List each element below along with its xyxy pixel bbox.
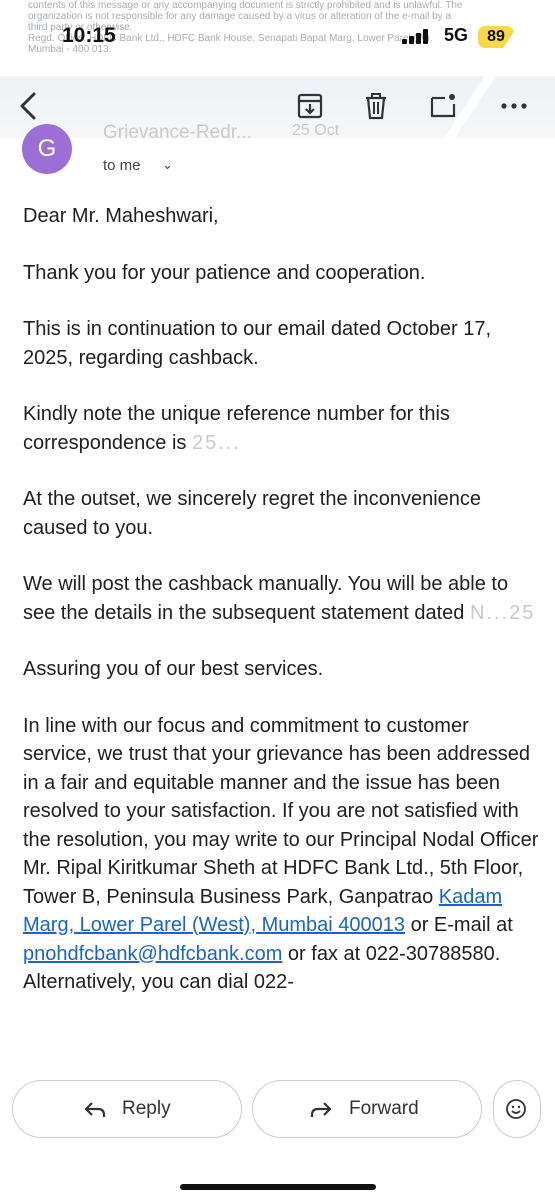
reply-button[interactable]: Reply: [12, 1080, 242, 1138]
recipient-label[interactable]: to me: [103, 157, 141, 174]
forward-label: Forward: [349, 1098, 419, 1119]
sender-name: Grievance-Redr...: [103, 122, 252, 143]
forward-icon: [310, 1102, 332, 1117]
body-paragraph: Thank you for your patience and cooperat…: [23, 261, 426, 284]
sender-row: Grievance-Redr... 25 Oct: [0, 118, 555, 148]
body-paragraph: At the outset, we sincerely regret the i…: [23, 488, 482, 539]
redacted-reference: 25...: [191, 431, 241, 454]
message-date: 25 Oct: [292, 122, 340, 139]
redacted-date: N...25: [469, 601, 536, 624]
emoji-reaction-button[interactable]: [493, 1080, 541, 1138]
paragraph-text: In line with our focus and commitment to…: [23, 714, 539, 908]
network-type: 5G: [444, 25, 469, 45]
status-bar: 10:15 5G 89: [0, 0, 555, 76]
battery-badge: 89: [478, 26, 514, 48]
body-paragraph: Kindly note the unique reference number …: [23, 400, 543, 457]
avatar[interactable]: G: [22, 124, 72, 174]
forward-button[interactable]: Forward: [252, 1080, 482, 1138]
body-paragraph: This is in continuation to our email dat…: [23, 318, 492, 369]
signal-icon: [402, 28, 438, 44]
smiley-icon: [506, 1099, 526, 1119]
home-indicator[interactable]: [180, 1184, 376, 1190]
paragraph-text: We will post the cashback manually. You …: [23, 573, 509, 624]
chevron-down-icon[interactable]: ⌄: [162, 157, 173, 173]
clock: 10:15: [62, 24, 116, 47]
greeting: Dear Mr. Maheshwari,: [23, 205, 219, 227]
body-paragraph: We will post the cashback manually. You …: [23, 570, 543, 627]
reply-icon: [84, 1102, 106, 1117]
email-body: Dear Mr. Maheshwari, Thank you for your …: [23, 202, 543, 1025]
body-paragraph: In line with our focus and commitment to…: [23, 712, 543, 997]
paragraph-text: or E-mail at: [405, 914, 513, 936]
body-paragraph: Assuring you of our best services.: [23, 658, 324, 680]
email-link[interactable]: pnohdfcbank@hdfcbank.com: [23, 943, 282, 965]
reply-label: Reply: [122, 1098, 171, 1119]
